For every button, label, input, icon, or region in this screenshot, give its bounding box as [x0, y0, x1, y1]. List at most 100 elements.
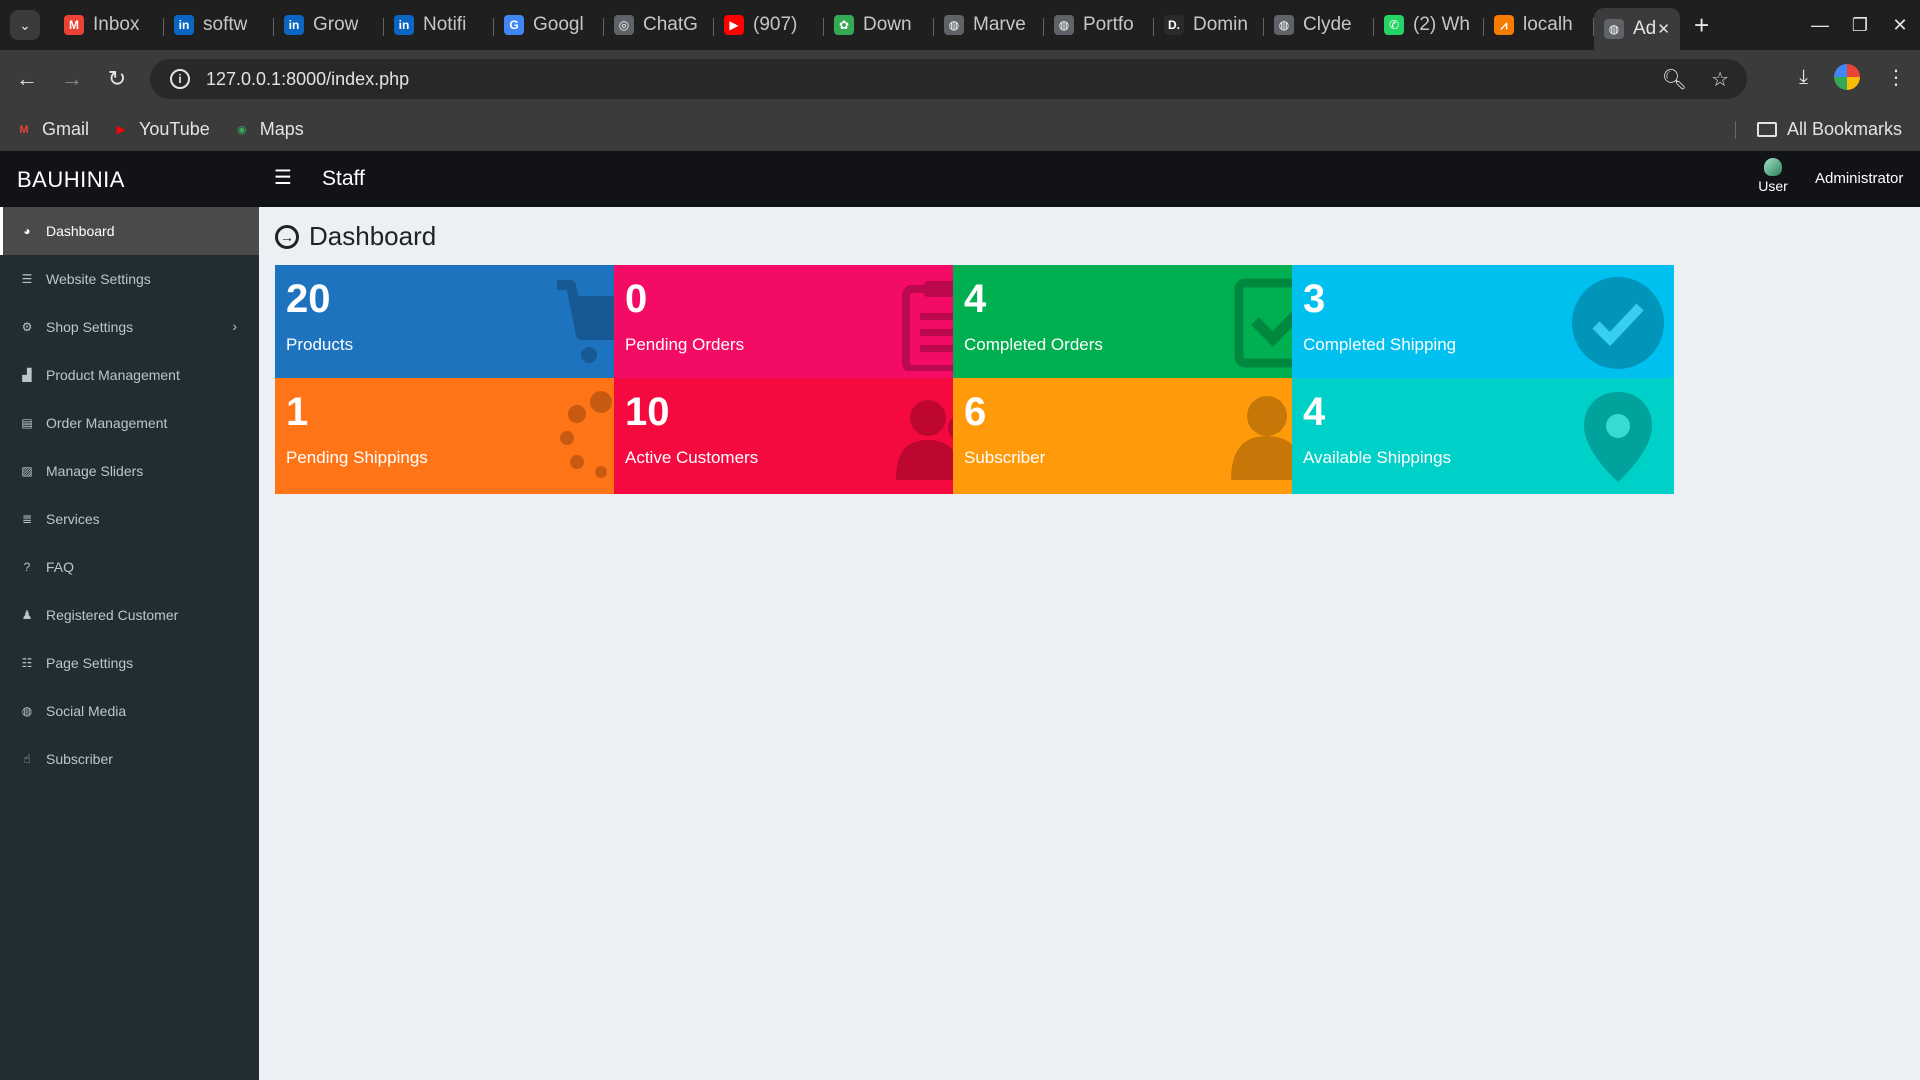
sidebar-item-label: Subscriber	[46, 751, 113, 767]
tab-8[interactable]: ◍ Marve	[934, 5, 1044, 45]
tab-12[interactable]: ✆ (2) Wh	[1374, 5, 1484, 45]
tab-label: Inbox	[93, 14, 140, 35]
stat-value: 3	[1303, 277, 1326, 321]
bookmark-maps[interactable]: ◉ Maps	[232, 119, 304, 140]
sidebar-item-registered-customer[interactable]: ♟ Registered Customer	[0, 591, 259, 639]
sidebar-item-label: Product Management	[46, 367, 180, 383]
tab-search-button[interactable]: ⌄	[10, 10, 40, 40]
globe-icon: ◍	[1054, 15, 1074, 35]
tab-label: (2) Wh	[1413, 14, 1470, 35]
sidebar-item-subscriber[interactable]: ☝ Subscriber	[0, 735, 259, 783]
profile-avatar[interactable]	[1834, 64, 1860, 90]
globe-icon: ◍	[21, 704, 33, 718]
reload-button[interactable]: ↻	[99, 66, 135, 92]
sidebar: ◕ Dashboard ☰ Website Settings ⚙ Shop Setting…	[0, 207, 259, 1080]
stat-value: 6	[964, 390, 987, 434]
stat-card-available-shippings[interactable]: 4 Available Shippings	[1292, 378, 1674, 494]
main-content: → Dashboard 20 Products 0 Pending Orders 4 Co…	[259, 207, 1920, 1080]
sidebar-item-label: Dashboard	[46, 223, 115, 239]
tab-7[interactable]: ✿ Down	[824, 5, 934, 45]
stat-value: 20	[286, 277, 331, 321]
sidebar-item-dashboard[interactable]: ◕ Dashboard	[0, 207, 259, 255]
sidebar-item-label: Services	[46, 511, 100, 527]
site-info-icon[interactable]: i	[170, 69, 190, 89]
menu-kebab-icon[interactable]: ⋮	[1886, 65, 1906, 90]
tab-0[interactable]: M Inbox	[54, 5, 164, 45]
linkedin-icon: in	[174, 15, 194, 35]
tab-label: Googl	[533, 14, 584, 35]
tab-1[interactable]: in softw	[164, 5, 274, 45]
sidebar-item-website-settings[interactable]: ☰ Website Settings	[0, 255, 259, 303]
user-menu[interactable]: User	[1752, 158, 1794, 194]
globe-icon: ◍	[1604, 19, 1624, 39]
sidebar-item-product-management[interactable]: ▟ Product Management	[0, 351, 259, 399]
close-window-button[interactable]: ✕	[1880, 15, 1920, 36]
restore-button[interactable]: ❐	[1840, 15, 1880, 36]
zoom-icon[interactable]: 🔍︎	[1662, 67, 1687, 92]
page-title-text: Dashboard	[309, 221, 437, 251]
back-button[interactable]: ←	[9, 66, 45, 92]
question-circle-icon: ?	[23, 560, 31, 574]
stat-card-completed-shipping[interactable]: 3 Completed Shipping	[1292, 265, 1674, 381]
tab-5[interactable]: ◎ ChatG	[604, 5, 714, 45]
hamburger-menu-icon[interactable]: ☰	[274, 165, 292, 190]
sidebar-item-manage-sliders[interactable]: ▨ Manage Sliders	[0, 447, 259, 495]
tab-active[interactable]: ◍ Ad ✕	[1594, 8, 1680, 50]
bookmark-youtube[interactable]: ▶ YouTube	[111, 119, 210, 140]
bookmark-star-icon[interactable]: ☆	[1711, 67, 1729, 92]
tab-13[interactable]: ⩘ localh	[1484, 5, 1594, 45]
gmail-icon: M	[19, 123, 29, 136]
window-controls: — ❐ ✕	[1800, 0, 1920, 50]
list-icon: ≣	[21, 512, 33, 526]
minimize-button[interactable]: —	[1800, 15, 1840, 36]
forward-button[interactable]: →	[54, 66, 90, 92]
tab-label: softw	[203, 14, 248, 35]
youtube-icon: ▶	[724, 15, 744, 35]
tab-list: M Inbox in softw in Grow in Notifi G Googl ◎ ChatG ▶…	[54, 0, 1594, 50]
linkedin-icon: in	[394, 15, 414, 35]
stat-label: Completed Orders	[964, 335, 1103, 354]
tab-2[interactable]: in Grow	[274, 5, 384, 45]
stat-card-active-customers[interactable]: 10 Active Customers	[614, 378, 996, 494]
tab-10[interactable]: D. Domin	[1154, 5, 1264, 45]
note-icon: ▤	[21, 416, 33, 430]
tab-6[interactable]: ▶ (907)	[714, 5, 824, 45]
sidebar-item-label: Order Management	[46, 415, 168, 431]
bookmarks-bar: M Gmail ▶ YouTube ◉ Maps All Bookmarks	[0, 108, 1920, 151]
sidebar-item-label: Website Settings	[46, 271, 151, 287]
all-bookmarks-button[interactable]: All Bookmarks	[1734, 119, 1902, 140]
chatgpt-icon: ◎	[614, 15, 634, 35]
new-tab-button[interactable]: +	[1694, 10, 1709, 41]
stat-card-completed-orders[interactable]: 4 Completed Orders	[953, 265, 1335, 381]
sidebar-item-shop-settings[interactable]: ⚙ Shop Settings ›	[0, 303, 259, 351]
bookmark-gmail[interactable]: M Gmail	[14, 119, 89, 140]
sidebar-item-page-settings[interactable]: ☷ Page Settings	[0, 639, 259, 687]
address-bar[interactable]: i 127.0.0.1:8000/index.php 🔍︎ ☆	[150, 59, 1747, 99]
map-marker-icon	[1584, 392, 1652, 482]
close-icon[interactable]: ✕	[1657, 20, 1670, 38]
brand-logo[interactable]: BAUHINIA	[17, 167, 125, 193]
stat-card-pending-orders[interactable]: 0 Pending Orders	[614, 265, 996, 381]
admin-label[interactable]: Administrator	[1815, 170, 1903, 187]
sidebar-item-social-media[interactable]: ◍ Social Media	[0, 687, 259, 735]
tab-label: Ad	[1633, 18, 1657, 39]
tab-label: ChatG	[643, 14, 698, 35]
localhost-icon: ⩘	[1494, 15, 1514, 35]
globe-icon: ◍	[944, 15, 964, 35]
youtube-icon: ▶	[116, 124, 126, 136]
stat-card-pending-shippings[interactable]: 1 Pending Shippings	[275, 378, 657, 494]
download-icon[interactable]: ⤓	[1799, 66, 1808, 89]
sidebar-item-services[interactable]: ≣ Services	[0, 495, 259, 543]
tab-11[interactable]: ◍ Clyde	[1264, 5, 1374, 45]
tab-3[interactable]: in Notifi	[384, 5, 494, 45]
maps-icon: ◉	[236, 124, 247, 136]
tab-9[interactable]: ◍ Portfo	[1044, 5, 1154, 45]
sidebar-item-order-management[interactable]: ▤ Order Management	[0, 399, 259, 447]
header-section-title: Staff	[322, 167, 365, 190]
stat-card-subscriber[interactable]: 6 Subscriber	[953, 378, 1335, 494]
tab-4[interactable]: G Googl	[494, 5, 604, 45]
sidebar-item-faq[interactable]: ? FAQ	[0, 543, 259, 591]
stat-card-products[interactable]: 20 Products	[275, 265, 657, 381]
tab-label: Marve	[973, 14, 1026, 35]
globe-icon: ◍	[1274, 15, 1294, 35]
